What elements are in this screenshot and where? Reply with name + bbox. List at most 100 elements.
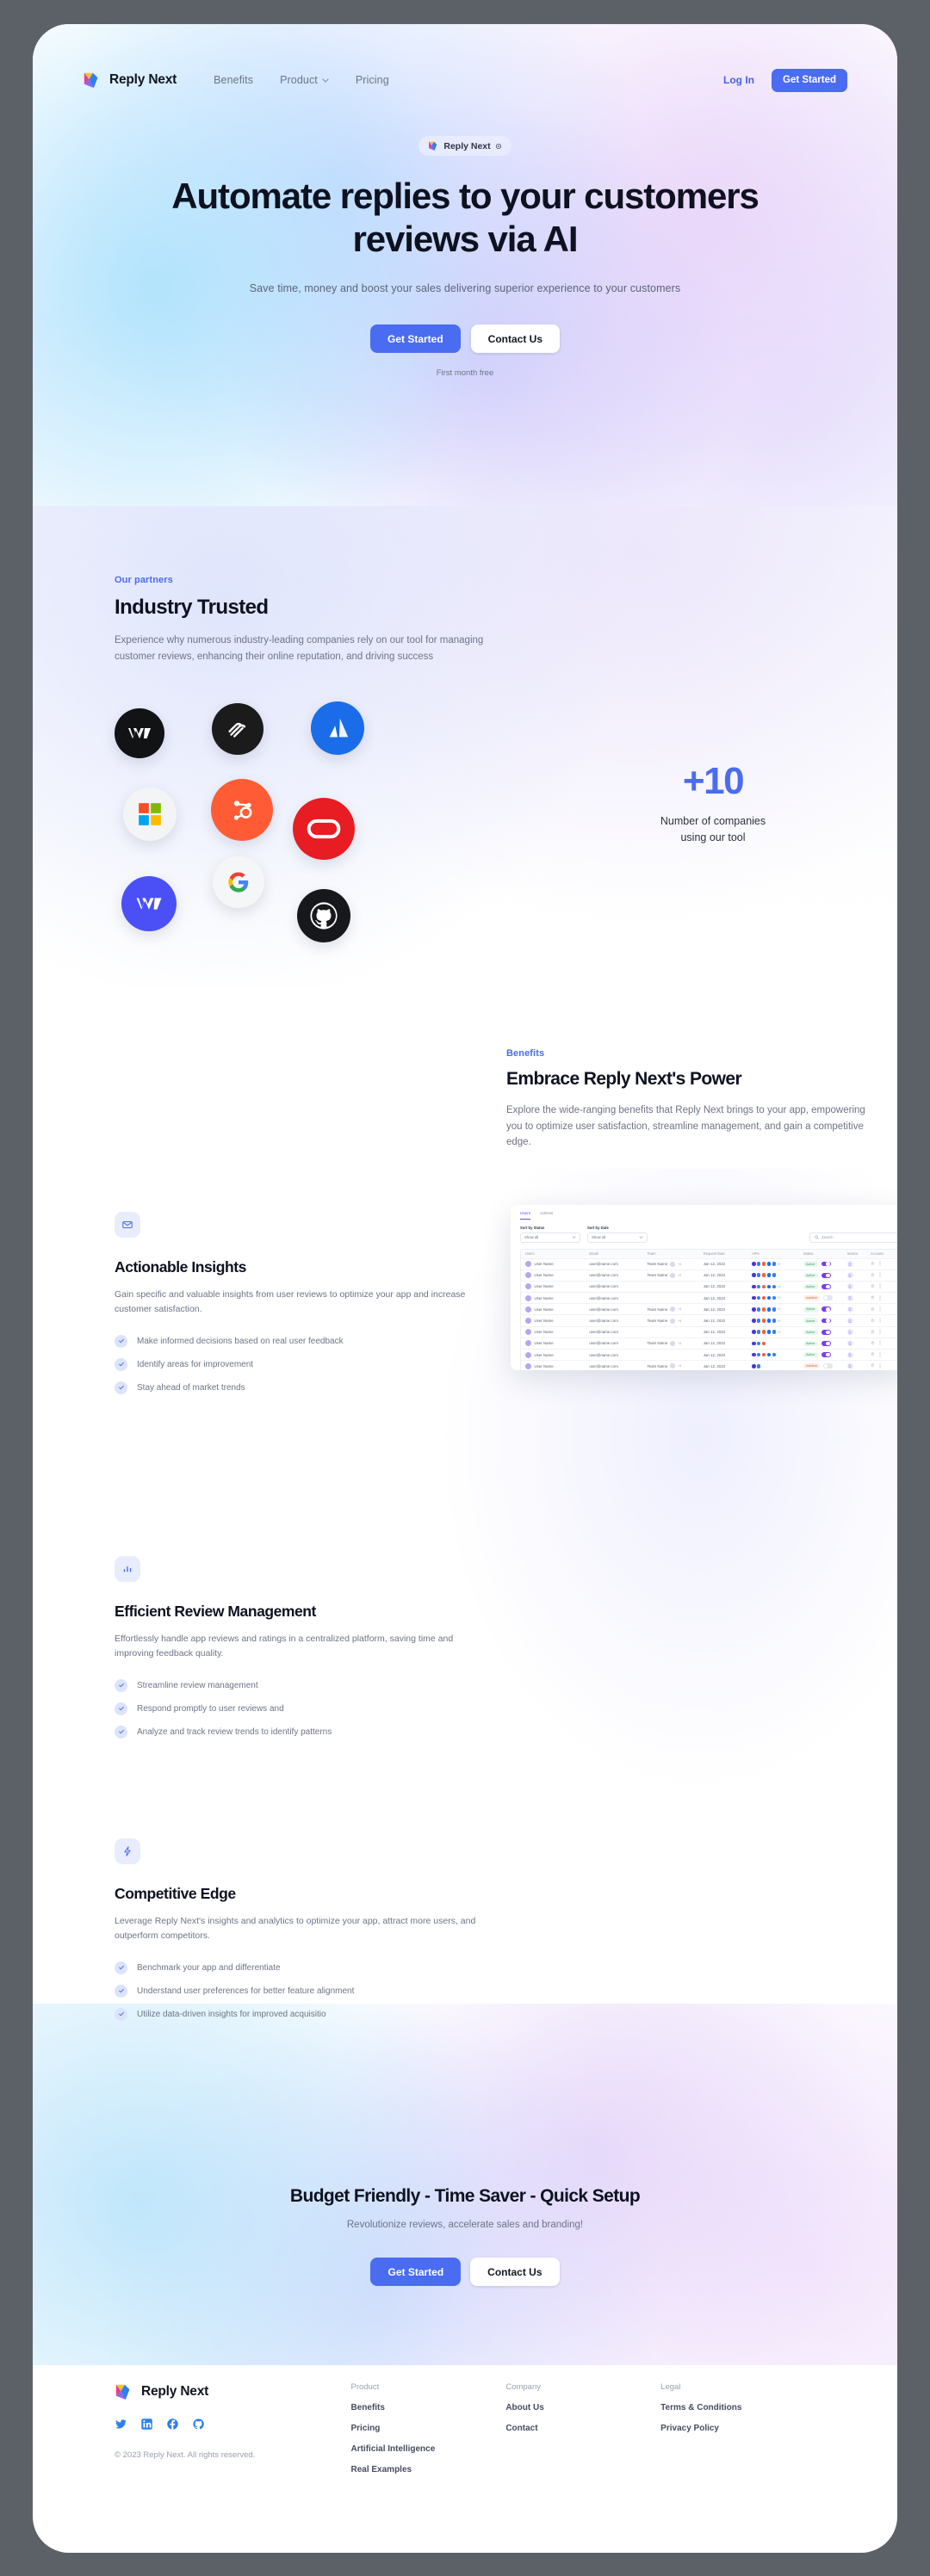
tab-users[interactable]: Users bbox=[520, 1211, 530, 1220]
table-row[interactable]: User Name user@name.com Team Name +4 Jan 12,… bbox=[521, 1361, 897, 1370]
delete-icon[interactable] bbox=[871, 1319, 875, 1324]
cell-user: User Name bbox=[525, 1283, 589, 1290]
status-toggle[interactable] bbox=[821, 1284, 831, 1289]
table-row[interactable]: User Name user@name.com Team Name +2 Jan 12,… bbox=[521, 1270, 897, 1282]
more-options-icon[interactable] bbox=[879, 1363, 881, 1369]
filter-date-select[interactable]: Show all bbox=[587, 1232, 648, 1243]
document-icon bbox=[846, 1294, 853, 1301]
delete-icon[interactable] bbox=[871, 1307, 875, 1313]
cell-request-date: Jan 12, 2022 bbox=[703, 1284, 726, 1289]
footer-link-benefits[interactable]: Benefits bbox=[350, 2403, 505, 2412]
cell-apis: +4 bbox=[751, 1330, 803, 1335]
linkedin-icon[interactable] bbox=[140, 2418, 153, 2435]
footer-columns: Reply Next © 2023 Reply Next. All rights… bbox=[115, 2382, 815, 2474]
cta-get-started-button[interactable]: Get Started bbox=[370, 2258, 462, 2286]
benefits-intro: Benefits Embrace Reply Next's Power Expl… bbox=[506, 1048, 868, 1151]
hero-subtitle: Save time, money and boost your sales de… bbox=[249, 282, 681, 295]
github-icon[interactable] bbox=[192, 2418, 205, 2435]
delete-icon[interactable] bbox=[871, 1295, 875, 1300]
cell-apis bbox=[751, 1273, 803, 1278]
cta-contact-us-button[interactable]: Contact Us bbox=[470, 2258, 560, 2286]
more-options-icon[interactable] bbox=[879, 1261, 881, 1267]
cell-request-date: Jan 12, 2022 bbox=[703, 1307, 726, 1312]
dashboard-search-input[interactable]: Search bbox=[809, 1232, 897, 1243]
table-header-row: Users Email Team Request Date APIs Statu… bbox=[521, 1249, 897, 1259]
delete-icon[interactable] bbox=[871, 1330, 875, 1335]
check-icon bbox=[115, 1984, 127, 1998]
cell-apis bbox=[751, 1352, 803, 1357]
footer-link-artificial-intelligence[interactable]: Artificial Intelligence bbox=[350, 2444, 505, 2454]
cell-account bbox=[871, 1261, 894, 1267]
check-icon bbox=[115, 1678, 127, 1692]
nav-link-product[interactable]: Product bbox=[280, 74, 329, 86]
login-link[interactable]: Log In bbox=[723, 74, 754, 86]
more-options-icon[interactable] bbox=[879, 1295, 881, 1301]
more-options-icon[interactable] bbox=[879, 1352, 881, 1358]
cell-status: Active bbox=[803, 1307, 847, 1313]
more-options-icon[interactable] bbox=[879, 1307, 881, 1313]
table-row[interactable]: User Name user@name.com Jan 12, 2022 +2 Inac… bbox=[521, 1293, 897, 1305]
list-item-label: Utilize data-driven insights for improve… bbox=[137, 2009, 326, 2019]
footer-link-real-examples[interactable]: Real Examples bbox=[350, 2465, 505, 2474]
table-row[interactable]: User Name user@name.com Jan 12, 2022 Active bbox=[521, 1350, 897, 1362]
cell-email: user@name.com bbox=[589, 1262, 618, 1267]
hero-note: First month free bbox=[436, 368, 494, 379]
search-icon bbox=[815, 1235, 819, 1239]
more-options-icon[interactable] bbox=[879, 1283, 881, 1289]
cta-gradient-background bbox=[33, 2004, 897, 2365]
cell-apis: +1 bbox=[751, 1319, 803, 1323]
check-icon bbox=[115, 1357, 127, 1371]
footer-link-contact[interactable]: Contact bbox=[505, 2424, 660, 2433]
nav-link-pricing[interactable]: Pricing bbox=[356, 74, 389, 86]
cell-email: user@name.com bbox=[589, 1284, 618, 1289]
table-row[interactable]: User Name user@name.com Jan 12, 2022 +4 Acti… bbox=[521, 1327, 897, 1338]
footer-brand-logo[interactable]: Reply Next bbox=[115, 2382, 350, 2401]
table-row[interactable]: User Name user@name.com Jan 12, 2022 +4 Acti… bbox=[521, 1282, 897, 1294]
table-row[interactable]: User Name user@name.com Team Name +3 Jan 12,… bbox=[521, 1338, 897, 1350]
cell-team: Team Name +4 bbox=[647, 1307, 682, 1313]
status-toggle[interactable] bbox=[821, 1329, 831, 1335]
delete-icon[interactable] bbox=[871, 1352, 875, 1357]
delete-icon[interactable] bbox=[871, 1341, 875, 1346]
footer-link-terms[interactable]: Terms & Conditions bbox=[660, 2403, 815, 2412]
table-row[interactable]: User Name user@name.com Team Name +5 Jan 12,… bbox=[521, 1315, 897, 1327]
more-options-icon[interactable] bbox=[879, 1318, 881, 1324]
status-toggle[interactable] bbox=[823, 1295, 834, 1301]
filter-status-select[interactable]: Show all bbox=[520, 1232, 580, 1243]
delete-icon[interactable] bbox=[871, 1262, 875, 1267]
more-options-icon[interactable] bbox=[879, 1329, 881, 1335]
status-badge: Active bbox=[803, 1329, 818, 1335]
status-toggle[interactable] bbox=[821, 1318, 831, 1324]
check-icon bbox=[115, 1961, 127, 1974]
delete-icon[interactable] bbox=[871, 1273, 875, 1278]
status-toggle[interactable] bbox=[823, 1363, 834, 1369]
delete-icon[interactable] bbox=[871, 1284, 875, 1289]
twitter-icon[interactable] bbox=[115, 2418, 127, 2435]
cell-invoice bbox=[846, 1261, 871, 1268]
table-row[interactable]: User Name user@name.com Team Name +2 Jan 12,… bbox=[521, 1259, 897, 1270]
footer-link-privacy[interactable]: Privacy Policy bbox=[660, 2424, 815, 2433]
hero-contact-us-button[interactable]: Contact Us bbox=[470, 324, 561, 354]
get-started-button-nav[interactable]: Get Started bbox=[772, 68, 847, 92]
status-toggle[interactable] bbox=[821, 1341, 831, 1346]
oracle-logo-icon bbox=[293, 798, 355, 860]
footer-link-about-us[interactable]: About Us bbox=[505, 2403, 660, 2412]
status-toggle[interactable] bbox=[821, 1261, 831, 1267]
tab-admins[interactable]: Admins bbox=[540, 1211, 553, 1220]
status-toggle[interactable] bbox=[821, 1272, 831, 1278]
hero-get-started-button[interactable]: Get Started bbox=[369, 324, 461, 354]
nav-link-benefits[interactable]: Benefits bbox=[214, 74, 253, 86]
cell-email: user@name.com bbox=[589, 1307, 618, 1312]
cell-status: Active bbox=[803, 1351, 847, 1358]
status-toggle[interactable] bbox=[821, 1352, 831, 1357]
brand-logo[interactable]: Reply Next bbox=[83, 71, 177, 90]
check-icon bbox=[115, 1702, 127, 1715]
status-toggle[interactable] bbox=[821, 1307, 831, 1313]
more-options-icon[interactable] bbox=[879, 1340, 881, 1346]
more-options-icon[interactable] bbox=[879, 1272, 881, 1278]
delete-icon[interactable] bbox=[871, 1363, 875, 1368]
table-row[interactable]: User Name user@name.com Team Name +4 Jan 12,… bbox=[521, 1304, 897, 1316]
bar-chart-icon bbox=[115, 1556, 140, 1582]
facebook-icon[interactable] bbox=[166, 2418, 179, 2435]
footer-link-pricing[interactable]: Pricing bbox=[350, 2424, 505, 2433]
